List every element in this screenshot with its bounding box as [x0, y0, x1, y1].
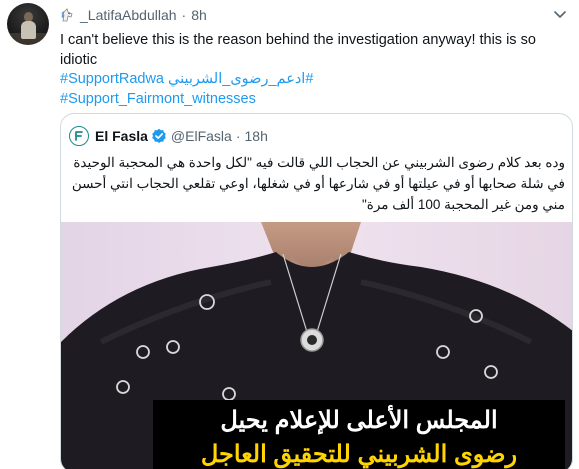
hashtag-arabic[interactable]: #ادعم_رضوى_الشربيني	[168, 69, 313, 89]
quoted-tweet-header: El Fasla @ElFasla · 18h	[69, 126, 268, 146]
tweet-text: I can't believe this is the reason behin…	[60, 32, 536, 68]
quoted-media[interactable]: المجلس الأعلى للإعلام يحيل رضوى الشربيني…	[61, 222, 572, 469]
unicorn-emoji-icon	[61, 8, 73, 22]
quoted-time[interactable]: 18h	[245, 128, 268, 144]
quoted-separator: ·	[235, 128, 241, 144]
avatar-figure-body	[21, 21, 36, 39]
chevron-down-icon[interactable]	[553, 10, 567, 20]
quoted-display-name[interactable]: El Fasla	[95, 128, 148, 144]
caption-line-1: المجلس الأعلى للإعلام يحيل	[220, 407, 498, 434]
media-caption: المجلس الأعلى للإعلام يحيل رضوى الشربيني…	[153, 400, 565, 469]
hashtag-support-radwa[interactable]: #SupportRadwa	[60, 69, 164, 89]
quoted-tweet[interactable]: El Fasla @ElFasla · 18h وده بعد كلام رضو…	[60, 113, 573, 469]
tweet-header: _LatifaAbdullah · 8h	[60, 6, 207, 24]
tweet-hashtags: #SupportRadwa #ادعم_رضوى_الشربيني #Suppo…	[60, 69, 572, 109]
avatar[interactable]	[7, 3, 49, 45]
tweet-time[interactable]: 8h	[191, 7, 207, 23]
caption-line-2: رضوى الشربيني للتحقيق العاجل	[200, 441, 518, 468]
hashtag-line-1: #SupportRadwa #ادعم_رضوى_الشربيني	[60, 69, 572, 89]
hashtag-support-fairmont-witnesses[interactable]: #Support_Fairmont_witnesses	[60, 89, 256, 109]
tweet[interactable]: _LatifaAbdullah · 8h I can't believe thi…	[0, 0, 579, 469]
el-fasla-logo-mark	[75, 131, 83, 141]
header-separator: ·	[181, 7, 187, 23]
display-name[interactable]: _LatifaAbdullah	[80, 7, 177, 23]
quoted-text: وده بعد كلام رضوى الشربيني عن الحجاب الل…	[71, 155, 565, 212]
quoted-handle[interactable]: @ElFasla	[171, 128, 232, 144]
verified-badge-icon	[152, 128, 166, 143]
el-fasla-logo[interactable]	[69, 126, 89, 146]
hashtag-line-2: #Support_Fairmont_witnesses	[60, 89, 572, 109]
